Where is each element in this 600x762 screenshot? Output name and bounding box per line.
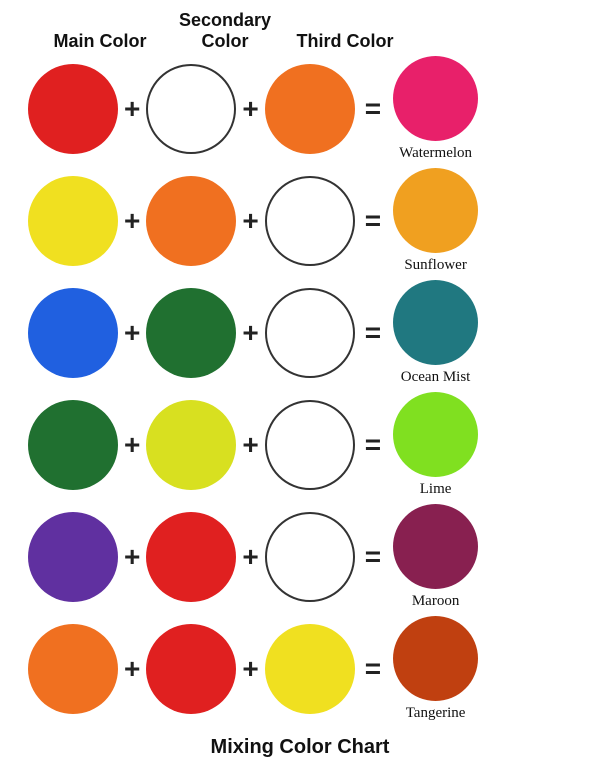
result-label-3: Ocean Mist <box>401 369 471 386</box>
column-headers: Main Color Secondary Color Third Color <box>30 10 570 52</box>
mix-row-2: + + = Sunflower <box>20 168 580 274</box>
equals-operator-row3: = <box>365 317 381 349</box>
third-circle-3 <box>265 288 355 378</box>
result-label-2: Sunflower <box>404 257 467 274</box>
result-block-4: Lime <box>393 392 478 498</box>
result-circle-2 <box>393 168 478 253</box>
mix-row-1: + + = Watermelon <box>20 56 580 162</box>
main-circle-4 <box>28 400 118 490</box>
main-circle-6 <box>28 624 118 714</box>
header-secondary: Secondary Color <box>170 10 280 52</box>
secondary-circle-4 <box>146 400 236 490</box>
mix-row-6: + + = Tangerine <box>20 616 580 722</box>
result-circle-4 <box>393 392 478 477</box>
header-main: Main Color <box>40 31 160 52</box>
equals-operator-row5: = <box>365 541 381 573</box>
third-circle-5 <box>265 512 355 602</box>
result-label-4: Lime <box>420 481 452 498</box>
main-container: Main Color Secondary Color Third Color +… <box>0 0 600 762</box>
result-circle-5 <box>393 504 478 589</box>
secondary-circle-2 <box>146 176 236 266</box>
result-label-6: Tangerine <box>406 705 466 722</box>
main-circle-1 <box>28 64 118 154</box>
plus-operator-2-row1: + <box>242 93 258 125</box>
plus-operator-1-row4: + <box>124 429 140 461</box>
plus-operator-2-row5: + <box>242 541 258 573</box>
result-circle-6 <box>393 616 478 701</box>
third-circle-1 <box>265 64 355 154</box>
plus-operator-1-row6: + <box>124 653 140 685</box>
chart-title: Mixing Color Chart <box>211 736 390 759</box>
result-label-1: Watermelon <box>399 145 472 162</box>
result-circle-3 <box>393 280 478 365</box>
secondary-circle-6 <box>146 624 236 714</box>
result-block-6: Tangerine <box>393 616 478 722</box>
plus-operator-2-row2: + <box>242 205 258 237</box>
secondary-circle-3 <box>146 288 236 378</box>
third-circle-4 <box>265 400 355 490</box>
result-block-1: Watermelon <box>393 56 478 162</box>
equals-operator-row4: = <box>365 429 381 461</box>
result-label-5: Maroon <box>412 593 460 610</box>
plus-operator-2-row3: + <box>242 317 258 349</box>
main-circle-5 <box>28 512 118 602</box>
equals-operator-row6: = <box>365 653 381 685</box>
header-third: Third Color <box>290 31 400 52</box>
third-circle-6 <box>265 624 355 714</box>
result-block-5: Maroon <box>393 504 478 610</box>
mix-row-4: + + = Lime <box>20 392 580 498</box>
result-block-2: Sunflower <box>393 168 478 274</box>
main-circle-2 <box>28 176 118 266</box>
plus-operator-1-row1: + <box>124 93 140 125</box>
plus-operator-2-row4: + <box>242 429 258 461</box>
plus-operator-1-row2: + <box>124 205 140 237</box>
result-circle-1 <box>393 56 478 141</box>
plus-operator-1-row5: + <box>124 541 140 573</box>
main-circle-3 <box>28 288 118 378</box>
secondary-circle-5 <box>146 512 236 602</box>
mix-row-5: + + = Maroon <box>20 504 580 610</box>
equals-operator-row1: = <box>365 93 381 125</box>
plus-operator-2-row6: + <box>242 653 258 685</box>
rows-container: ++=Watermelon++=Sunflower++=Ocean Mist++… <box>0 56 600 728</box>
secondary-circle-1 <box>146 64 236 154</box>
mix-row-3: + + = Ocean Mist <box>20 280 580 386</box>
third-circle-2 <box>265 176 355 266</box>
result-block-3: Ocean Mist <box>393 280 478 386</box>
equals-operator-row2: = <box>365 205 381 237</box>
plus-operator-1-row3: + <box>124 317 140 349</box>
